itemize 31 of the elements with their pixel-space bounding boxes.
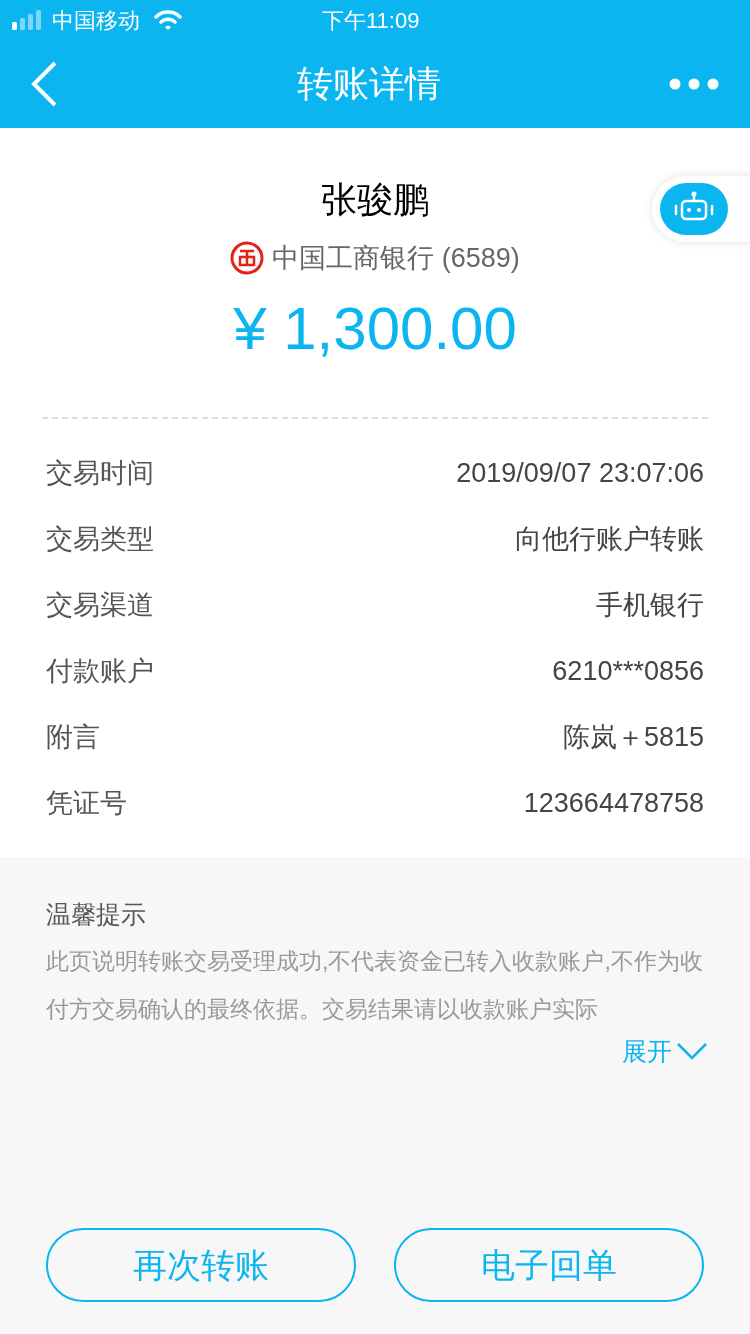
- detail-value: 6210***0856: [552, 655, 704, 689]
- bank-logo-icon: [230, 241, 265, 276]
- payee-name: 张骏鹏: [321, 178, 429, 222]
- status-time: 下午11:09: [322, 6, 420, 35]
- expand-link[interactable]: 展开: [622, 1032, 708, 1070]
- action-button[interactable]: 再次转账: [46, 1228, 356, 1302]
- detail-value: 向他行账户转账: [515, 523, 704, 557]
- detail-value: 2019/09/07 23:07:06: [456, 457, 704, 491]
- carrier-name: 中国移动: [52, 6, 140, 35]
- detail-label: 凭证号: [46, 787, 127, 821]
- chevron-down-icon: [676, 1042, 708, 1061]
- signal-icon: [12, 10, 42, 30]
- more-icon: [669, 78, 719, 90]
- notice-text: 此页说明转账交易受理成功,不代表资金已转入收款账户,不作为收付方交易确认的最终依据。交易结果请以收款账户实际: [46, 946, 704, 1024]
- assistant-tab[interactable]: [652, 176, 750, 242]
- robot-icon: [660, 183, 728, 235]
- action-button[interactable]: 电子回单: [394, 1228, 704, 1302]
- detail-label: 交易渠道: [46, 589, 154, 623]
- detail-label: 交易类型: [46, 523, 154, 557]
- detail-label: 付款账户: [46, 655, 154, 689]
- notice-title: 温馨提示: [46, 898, 147, 930]
- detail-value: 手机银行: [596, 589, 704, 623]
- bank-account: 中国工商银行 (6589): [272, 242, 520, 275]
- back-icon: [30, 61, 58, 107]
- detail-value: 陈岚＋5815: [562, 721, 704, 755]
- detail-value: 123664478758: [523, 787, 704, 821]
- page-title: 转账详情: [297, 62, 441, 106]
- detail-label: 交易时间: [46, 457, 154, 491]
- detail-label: 附言: [46, 721, 100, 755]
- transfer-amount: ¥ 1,300.00: [233, 293, 517, 364]
- wifi-icon: [154, 10, 182, 30]
